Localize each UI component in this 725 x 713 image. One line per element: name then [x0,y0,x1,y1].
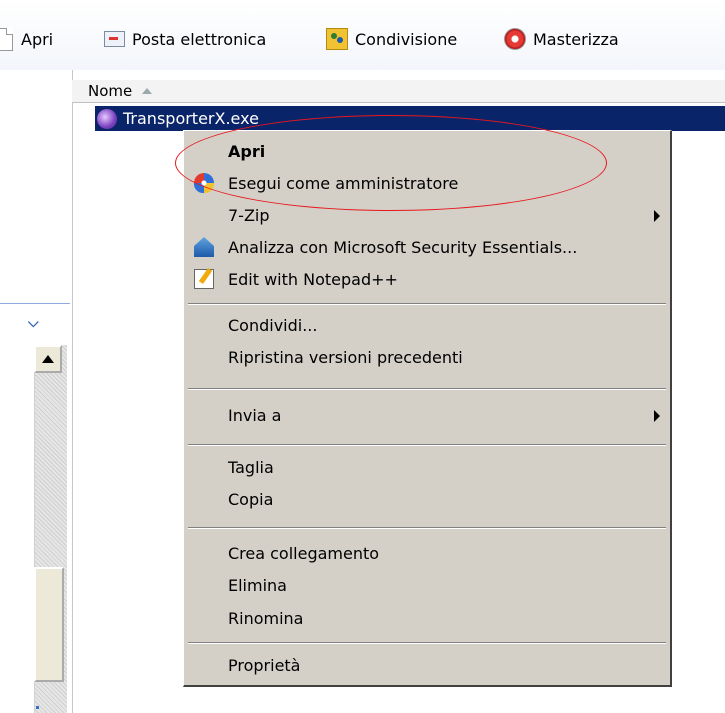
executable-icon [97,108,117,129]
menu-separator [188,642,666,644]
menu-item-label: Proprietà [228,656,301,675]
nav-divider [0,303,70,304]
menu-separator [188,303,666,305]
column-header-label: Nome [88,82,133,100]
menu-item-label: Ripristina versioni precedenti [228,348,463,367]
menu-item-notepadpp[interactable]: Edit with Notepad++ [184,265,670,295]
menu-item-delete[interactable]: Elimina [184,571,670,601]
menu-item-run-as-admin[interactable]: Esegui come amministratore [184,169,670,199]
menu-item-properties[interactable]: Proprietà [184,651,670,681]
file-row-selected[interactable]: TransporterX.exe [95,106,725,131]
uac-shield-icon [194,173,214,193]
menu-item-7zip[interactable]: 7-Zip [184,201,670,231]
share-button[interactable]: Condivisione [326,24,457,54]
burn-label: Masterizza [533,29,619,49]
menu-item-label: Esegui come amministratore [228,174,459,193]
burn-disc-icon [504,28,526,50]
menu-item-label: Edit with Notepad++ [228,270,398,289]
submenu-arrow-icon [654,210,660,222]
submenu-arrow-icon [654,410,660,422]
share-icon [326,28,348,50]
menu-item-label: Condividi... [228,316,318,335]
mail-icon [104,31,125,47]
email-label: Posta elettronica [132,29,267,49]
menu-item-create-shortcut[interactable]: Crea collegamento [184,539,670,569]
chevron-down-icon[interactable]: ⌵ [28,316,44,330]
menu-separator [188,444,666,446]
menu-item-label: Elimina [228,576,287,595]
security-essentials-icon [194,237,214,257]
share-label: Condivisione [355,29,458,49]
menu-item-label: Apri [228,142,266,161]
menu-item-mse-scan[interactable]: Analizza con Microsoft Security Essentia… [184,233,670,263]
menu-item-label: Analizza con Microsoft Security Essentia… [228,238,578,257]
menu-separator [188,527,666,529]
menu-item-label: Taglia [228,458,274,477]
email-button[interactable]: Posta elettronica [104,24,266,54]
sort-ascending-icon [142,88,153,94]
notepad-plus-plus-icon [194,269,214,289]
menu-item-label: 7-Zip [228,206,270,225]
context-menu: Apri Esegui come amministratore 7-Zip An… [183,130,672,687]
burn-button[interactable]: Masterizza [504,24,619,54]
open-button[interactable]: Apri [0,24,53,54]
menu-item-label: Invia a [228,406,282,425]
scroll-up-arrow[interactable] [34,345,62,373]
column-header-name[interactable]: Nome [72,80,725,103]
menu-item-send-to[interactable]: Invia a [184,401,670,431]
menu-item-copy[interactable]: Copia [184,485,670,515]
nav-marker [36,706,39,709]
menu-item-label: Rinomina [228,609,304,628]
menu-item-cut[interactable]: Taglia [184,453,670,483]
command-bar: Apri Posta elettronica Condivisione Mast… [0,0,725,70]
document-icon [0,27,13,51]
menu-item-rename[interactable]: Rinomina [184,604,670,634]
menu-item-condividi[interactable]: Condividi... [184,311,670,341]
file-name: TransporterX.exe [123,109,259,128]
scroll-thumb[interactable] [34,567,64,682]
menu-item-restore-versions[interactable]: Ripristina versioni precedenti [184,343,670,373]
menu-item-label: Copia [228,490,274,509]
menu-item-label: Crea collegamento [228,544,380,563]
menu-item-apri[interactable]: Apri [184,137,670,167]
menu-separator [188,388,666,390]
open-label: Apri [21,29,54,49]
